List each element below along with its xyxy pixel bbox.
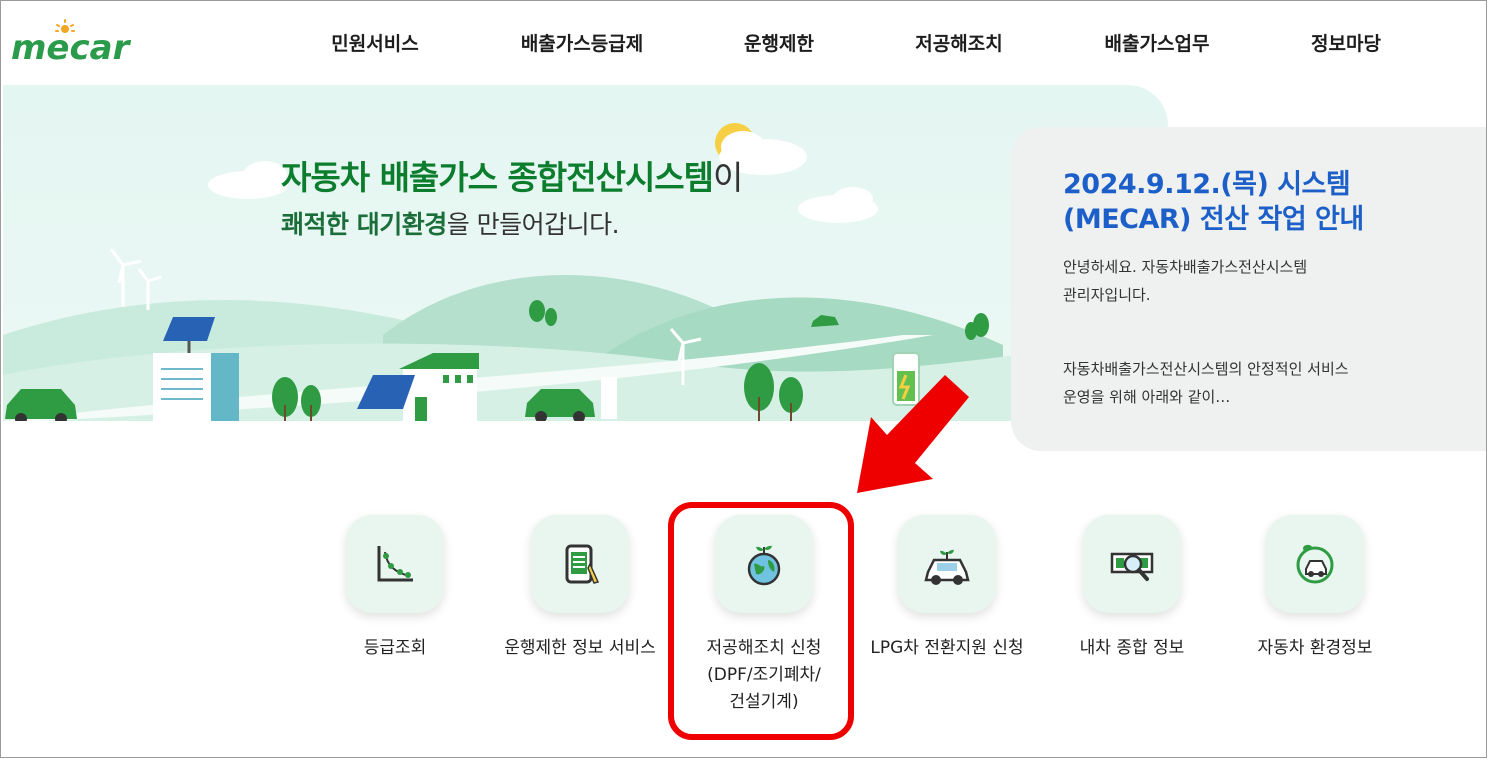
highlight-box [668, 502, 854, 740]
main-nav: 민원서비스 배출가스등급제 운행제한 저공해조치 배출가스업무 정보마당 [1, 29, 1486, 59]
tablet-info-icon [565, 544, 600, 584]
page-frame: mecar 민원서비스 배출가스등급제 운행제한 저공해조치 배출가스업무 정보… [0, 0, 1487, 758]
notice-text-line: 운영을 위해 아래와 같이… [1063, 388, 1231, 406]
notice-title[interactable]: 2024.9.12.(목) 시스템 (MECAR) 전산 작업 안내 [1063, 167, 1443, 237]
nav-emission-grade[interactable]: 배출가스등급제 [521, 29, 643, 56]
hero-subtitle-accent: 쾌적한 대기환경 [281, 210, 447, 239]
quick-menu-icon-box[interactable] [1083, 515, 1181, 613]
notice-body: 자동차배출가스전산시스템의 안정적인 서비스 운영을 위해 아래와 같이… [1063, 355, 1463, 411]
hero-title-tail: 이 [713, 158, 743, 197]
quick-menu-operation-limit-info[interactable]: 운행제한 정보 서비스 [490, 515, 670, 662]
quick-menu-icon-box[interactable] [346, 515, 444, 613]
notice-greeting: 안녕하세요. 자동차배출가스전산시스템 관리자입니다. [1063, 253, 1463, 309]
notice-title-line: (MECAR) 전산 작업 안내 [1063, 204, 1364, 235]
red-arrow-icon [857, 375, 969, 493]
quick-menu-label[interactable]: 내차 종합 정보 [1042, 635, 1222, 662]
notice-card[interactable]: 2024.9.12.(목) 시스템 (MECAR) 전산 작업 안내 안녕하세요… [1011, 127, 1486, 451]
eco-car-icon [924, 549, 970, 585]
hero-title-accent: 자동차 배출가스 종합전산시스템 [281, 158, 714, 197]
quick-menu-my-car-info[interactable]: 내차 종합 정보 [1042, 515, 1222, 662]
hero-subtitle: 쾌적한 대기환경을 만들어갑니다. [281, 205, 620, 241]
quick-menu-icon-box[interactable] [531, 515, 629, 613]
quick-menu-label[interactable]: LPG차 전환지원 신청 [857, 635, 1037, 662]
quick-menu-icon-box[interactable] [1266, 515, 1364, 613]
nav-civil-service[interactable]: 민원서비스 [331, 29, 418, 56]
nav-emission-work[interactable]: 배출가스업무 [1105, 29, 1210, 56]
nav-info[interactable]: 정보마당 [1311, 29, 1381, 56]
notice-text-line: 안녕하세요. 자동차배출가스전산시스템 [1063, 258, 1308, 276]
quick-menu-label[interactable]: 자동차 환경정보 [1225, 635, 1405, 662]
quick-menu-car-environment-info[interactable]: 자동차 환경정보 [1225, 515, 1405, 662]
hero-title: 자동차 배출가스 종합전산시스템이 [281, 151, 743, 199]
quick-menu-label[interactable]: 등급조회 [305, 635, 485, 662]
quick-menu-lpg-conversion[interactable]: LPG차 전환지원 신청 [857, 515, 1037, 662]
notice-title-line: 2024.9.12.(목) 시스템 [1063, 169, 1351, 200]
quick-menu-label[interactable]: 운행제한 정보 서비스 [490, 635, 670, 662]
quick-menu-icon-box[interactable] [898, 515, 996, 613]
nav-operation-limit[interactable]: 운행제한 [744, 29, 814, 56]
grade-chart-icon [377, 546, 413, 582]
notice-text-line: 관리자입니다. [1063, 286, 1151, 304]
quick-menu-grade-lookup[interactable]: 등급조회 [305, 515, 485, 662]
ev-charger-icon [601, 377, 617, 419]
hero-banner [3, 85, 1168, 421]
nav-low-emission-measure[interactable]: 저공해조치 [915, 29, 1002, 56]
leaf-car-icon [1296, 544, 1334, 584]
notice-text-line: 자동차배출가스전산시스템의 안정적인 서비스 [1063, 360, 1349, 378]
hero-illustration [3, 123, 1168, 421]
money-search-icon [1110, 552, 1154, 581]
hero-subtitle-tail: 을 만들어갑니다. [446, 210, 620, 239]
